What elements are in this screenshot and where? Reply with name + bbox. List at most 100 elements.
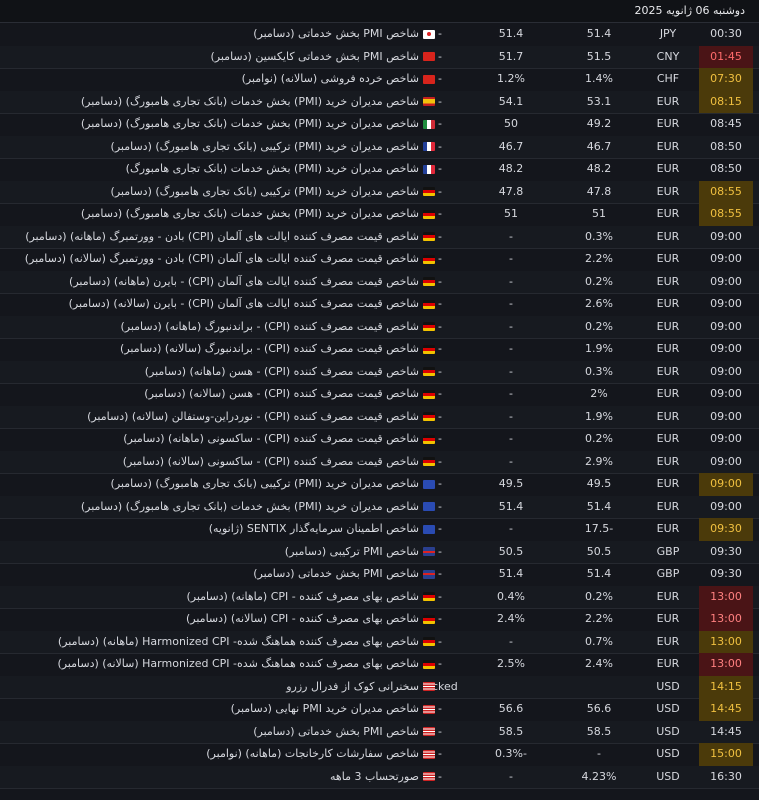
event-forecast: - — [509, 274, 513, 288]
table-row[interactable]: 09:30 EUR 17.5- - - شاخص اطمینان سرمایه‌گذار … — [0, 518, 759, 542]
table-row[interactable]: 09:00 EUR 0.2% - - شاخص قیمت مصرف کننده (CPI)… — [0, 315, 759, 339]
event-name: سخنرانی کوک از فدرال رزرو — [286, 676, 435, 699]
event-currency: EUR — [656, 207, 680, 220]
event-time: 13:00 — [699, 585, 753, 608]
event-time: 09:00 — [710, 342, 742, 355]
event-forecast: 2.4% — [497, 612, 525, 625]
event-actual: 2.2% — [585, 612, 613, 625]
event-title: شاخص بهای مصرف کننده - CPI (سالانه) (دسا… — [186, 612, 419, 625]
table-row[interactable]: 09:30 GBP 50.5 50.5- شاخص PMI ترکیبی (دسامبر… — [0, 540, 759, 564]
event-forecast: 0.3%- — [495, 747, 527, 760]
table-row[interactable]: 00:30 JPY 51.4 51.4- شاخص PMI بخش خدماتی (دس… — [0, 23, 759, 47]
table-row[interactable]: 09:00 EUR 0.2% - - شاخص قیمت مصرف کننده (CPI)… — [0, 428, 759, 452]
event-time: 08:45 — [710, 117, 742, 130]
event-name: شاخص قیمت مصرف کننده ایالت های آلمان (CP… — [69, 271, 435, 294]
event-name: شاخص قیمت مصرف کننده (CPI) - براندنبورگ … — [120, 338, 435, 361]
table-row[interactable]: 07:30 CHF 1.4% 1.2% - شاخص خرده فروشی (سالانه… — [0, 68, 759, 92]
table-row[interactable]: 09:00 EUR 1.9% - - شاخص قیمت مصرف کننده (CPI)… — [0, 338, 759, 362]
event-time: 09:00 — [710, 432, 742, 445]
event-time: 08:15 — [699, 90, 753, 113]
table-row[interactable]: 09:00 EUR 2.2% - - شاخص قیمت مصرف کننده ایالت… — [0, 248, 759, 272]
event-title: شاخص خرده فروشی (سالانه) (نوامبر) — [241, 72, 419, 85]
table-row[interactable]: 13:00 EUR 2.4% 2.5% - شاخص بهای مصرف کننده هم… — [0, 653, 759, 677]
table-row[interactable]: 09:00 EUR 2.6% - - شاخص قیمت مصرف کننده ایالت… — [0, 293, 759, 317]
event-currency: JPY — [659, 27, 677, 40]
event-name: شاخص مدیران خرید (PMI) ترکیبی (بانک تجار… — [111, 136, 435, 159]
table-row[interactable]: 09:30 GBP 51.4 51.4- شاخص PMI بخش خدماتی (دس… — [0, 563, 759, 587]
event-name: شاخص بهای مصرف کننده هماهنگ شده- Harmoni… — [57, 653, 435, 676]
event-forecast: - — [509, 409, 513, 423]
table-row[interactable]: 08:50 EUR 46.7 46.7- شاخص مدیران خرید (PMI) … — [0, 135, 759, 159]
table-row[interactable]: 09:00 EUR 51.4 51.4- شاخص مدیران خرید (PMI) … — [0, 495, 759, 519]
table-row[interactable]: 08:55 EUR 51 51- شاخص مدیران خرید (PMI) بخش … — [0, 203, 759, 227]
event-time: 09:00 — [710, 387, 742, 400]
uk-flag-icon — [423, 569, 435, 579]
table-row[interactable]: 14:45 USD 58.5 58.5- شاخص PMI بخش خدماتی (دس… — [0, 720, 759, 744]
event-currency: EUR — [656, 657, 680, 670]
event-time: 09:00 — [710, 499, 742, 513]
event-title: شاخص PMI بخش خدماتی (دسامبر) — [253, 724, 419, 738]
table-row[interactable]: 08:50 EUR 48.2 48.2- شاخص مدیران خرید (PMI) … — [0, 158, 759, 182]
event-currency: EUR — [656, 387, 680, 400]
event-currency: USD — [656, 747, 680, 760]
event-forecast: 51 — [504, 207, 518, 220]
event-title: شاخص قیمت مصرف کننده (CPI) - نوردراین-وس… — [87, 409, 419, 423]
table-row[interactable]: 01:45 CNY 51.5 51.7- شاخص PMI بخش خدماتی کای… — [0, 45, 759, 69]
de-flag-icon — [423, 367, 435, 377]
table-row[interactable]: 08:45 EUR 49.2 50- شاخص مدیران خرید (PMI) بخ… — [0, 113, 759, 137]
event-time: 08:55 — [699, 203, 753, 226]
table-row[interactable]: 09:00 EUR 0.2% - - شاخص قیمت مصرف کننده ایالت… — [0, 270, 759, 294]
table-row[interactable]: 13:00 EUR 2.2% 2.4% - شاخص بهای مصرف کننده - … — [0, 608, 759, 632]
table-row[interactable]: 14:15 USD locked سخنرانی کوک از فدرال رزرو — [0, 675, 759, 699]
es-flag-icon — [423, 97, 435, 107]
event-title: شاخص قیمت مصرف کننده ایالت های آلمان (CP… — [25, 229, 419, 243]
event-title: شاخص مدیران خرید (PMI) بخش خدمات (بانک ت… — [125, 162, 419, 175]
event-name: شاخص PMI بخش خدماتی (دسامبر) — [253, 563, 435, 586]
event-title: شاخص مدیران خرید (PMI) بخش خدمات (بانک ت… — [80, 499, 419, 513]
event-title: شاخص PMI ترکیبی (دسامبر) — [284, 544, 419, 558]
event-currency: USD — [656, 769, 680, 783]
event-title: شاخص قیمت مصرف کننده (CPI) - براندنبورگ … — [120, 342, 419, 355]
event-actual: 51.4 — [586, 27, 612, 40]
table-row[interactable]: 13:00 EUR 0.7% - - شاخص بهای مصرف کننده هماهن… — [0, 630, 759, 654]
event-actual: 51.5 — [586, 49, 612, 63]
event-time: 09:00 — [710, 364, 742, 378]
event-actual: 1.9% — [585, 342, 613, 355]
table-row[interactable]: 16:30 USD 4.23% - - صورتحساب 3 ماهه — [0, 765, 759, 789]
event-actual: 48.2 — [586, 162, 612, 175]
event-time: 01:45 — [699, 45, 753, 68]
event-forecast: - — [509, 769, 513, 783]
event-forecast: - — [509, 297, 513, 310]
event-time: 09:00 — [699, 473, 753, 496]
table-row[interactable]: 08:15 EUR 53.1 54.1- شاخص مدیران خرید (PMI) … — [0, 90, 759, 114]
event-actual: 49.2 — [586, 117, 612, 130]
event-actual: 0.3% — [585, 364, 613, 378]
event-title: شاخص مدیران خرید (PMI) بخش خدمات (بانک ت… — [80, 207, 419, 220]
event-actual: 2.9% — [585, 454, 613, 468]
event-forecast: - — [509, 319, 513, 333]
table-row[interactable]: 09:00 EUR 0.3% - - شاخص قیمت مصرف کننده ایالت… — [0, 225, 759, 249]
eu-flag-icon — [423, 524, 435, 534]
event-forecast: - — [509, 454, 513, 468]
table-row[interactable]: 09:00 EUR 2.9% - - شاخص قیمت مصرف کننده (CPI)… — [0, 450, 759, 474]
event-name: شاخص مدیران خرید (PMI) بخش خدمات (بانک ت… — [81, 203, 435, 226]
event-time: 09:30 — [710, 544, 742, 558]
jp-flag-icon — [423, 29, 435, 39]
table-row[interactable]: 09:00 EUR 49.5 49.5- شاخص مدیران خرید (PMI) … — [0, 473, 759, 497]
table-row[interactable]: 14:45 USD 56.6 56.6- شاخص مدیران خرید PMI نه… — [0, 698, 759, 722]
event-forecast: 51.4 — [498, 499, 524, 513]
event-name: شاخص خرده فروشی (سالانه) (نوامبر) — [242, 68, 435, 91]
event-currency: EUR — [656, 409, 680, 423]
table-row[interactable]: 15:00 USD -0.3%- - شاخص سفارشات کارخانجات (م… — [0, 743, 759, 767]
table-row[interactable]: 08:55 EUR 47.8 47.8- شاخص مدیران خرید (PMI) … — [0, 180, 759, 204]
event-currency: EUR — [656, 139, 680, 153]
event-forecast: - — [509, 364, 513, 378]
table-row[interactable]: 13:00 EUR 0.2% 0.4% - شاخص بهای مصرف کننده - … — [0, 585, 759, 609]
table-row[interactable]: 09:00 EUR 0.3% - - شاخص قیمت مصرف کننده (CPI)… — [0, 360, 759, 384]
event-name: شاخص قیمت مصرف کننده (CPI) - هسن (سالانه… — [144, 383, 435, 406]
event-actual: 1.4% — [585, 72, 613, 85]
table-row[interactable]: 09:00 EUR 1.9% - - شاخص قیمت مصرف کننده (CPI)… — [0, 405, 759, 429]
table-row[interactable]: 09:00 EUR 2% - - شاخص قیمت مصرف کننده (CPI) -… — [0, 383, 759, 407]
event-name: شاخص مدیران خرید PMI نهایی (دسامبر) — [231, 698, 435, 721]
event-time: 14:45 — [710, 724, 742, 738]
